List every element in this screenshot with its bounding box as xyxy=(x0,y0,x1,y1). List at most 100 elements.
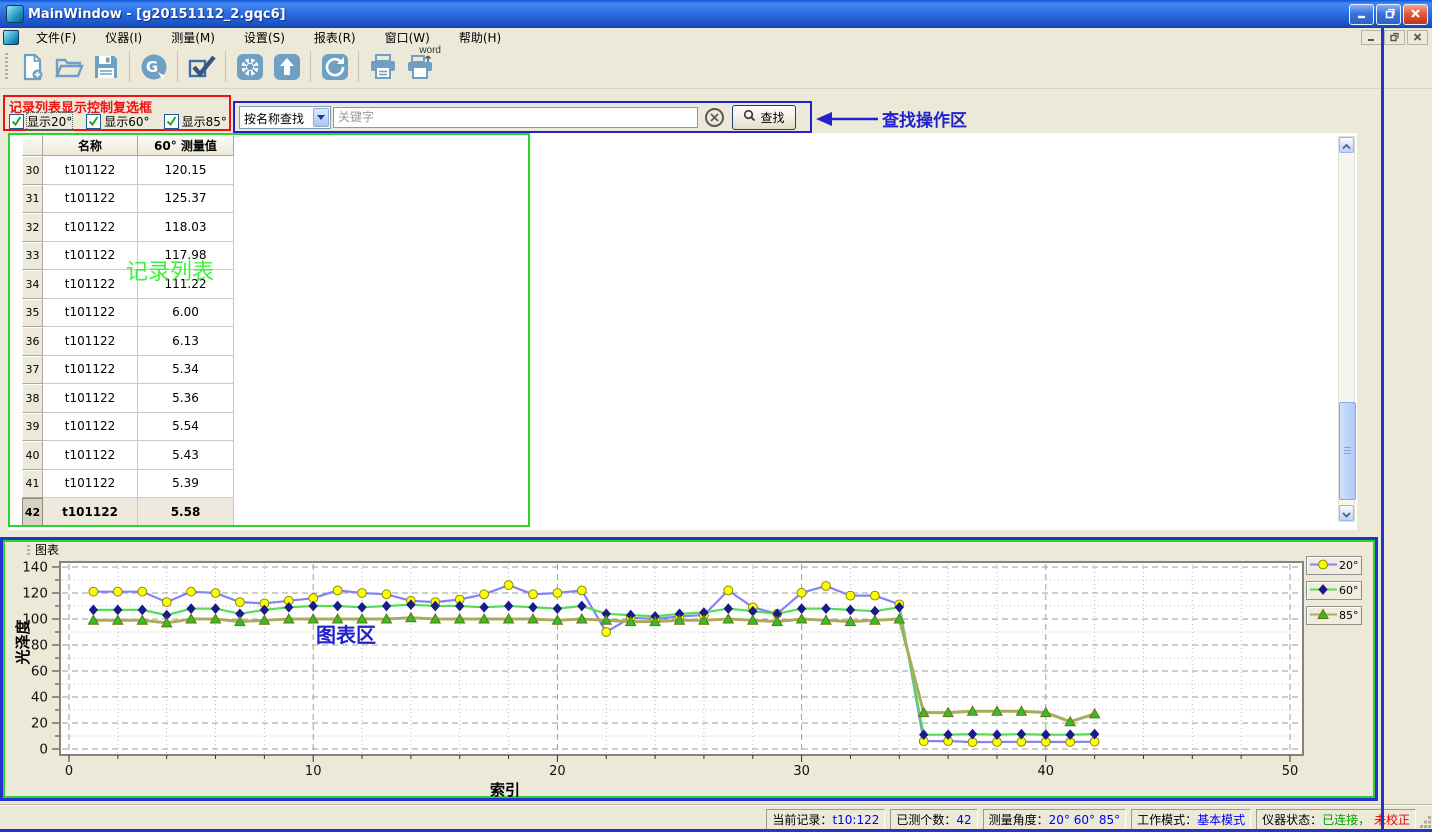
main-window: MainWindow - [g20151112_2.gqc6] 文件(F) 仪器(… xyxy=(0,0,1432,832)
vertical-scrollbar[interactable] xyxy=(1338,136,1355,522)
cell-name: t101122 xyxy=(43,498,138,527)
legend-label: 85° xyxy=(1339,609,1359,622)
table-row[interactable]: 39t1011225.54 xyxy=(22,413,234,442)
search-input[interactable] xyxy=(333,107,698,128)
upload-data-button[interactable] xyxy=(268,48,305,85)
toolbar-separator xyxy=(225,51,226,82)
table-row[interactable]: 38t1011225.36 xyxy=(22,384,234,413)
open-file-button[interactable] xyxy=(50,48,87,85)
menu-instrument[interactable]: 仪器(I) xyxy=(96,30,151,46)
svg-text:50: 50 xyxy=(1282,764,1299,779)
open-folder-icon xyxy=(54,53,84,81)
find-button[interactable]: 查找 xyxy=(732,105,796,130)
table-row[interactable]: 32t101122118.03 xyxy=(22,213,234,242)
menu-measure[interactable]: 测量(M) xyxy=(162,30,224,46)
toolbar-grip-handle[interactable] xyxy=(5,53,8,81)
measure-angles-panel: 测量角度：20° 60° 85° xyxy=(983,809,1126,830)
table-row[interactable]: 42t1011225.58 xyxy=(22,498,234,527)
table-row[interactable]: 36t1011226.13 xyxy=(22,327,234,356)
row-number: 42 xyxy=(22,498,43,527)
minimize-button[interactable] xyxy=(1349,4,1374,25)
table-row[interactable]: 30t101122120.15 xyxy=(22,156,234,185)
mdi-restore-button[interactable] xyxy=(1384,30,1405,45)
show-60-label: 显示60° xyxy=(104,113,149,130)
scroll-down-button[interactable] xyxy=(1339,505,1354,521)
cell-value: 125.37 xyxy=(138,185,234,214)
diamond-marker-icon xyxy=(1309,583,1339,599)
restore-icon xyxy=(1389,30,1400,45)
record-table: 名称60° 测量值30t101122120.1531t101122125.373… xyxy=(22,135,234,527)
show-20-checkbox[interactable] xyxy=(9,114,24,129)
svg-text:0: 0 xyxy=(65,764,73,779)
column-header-name[interactable]: 名称 xyxy=(43,135,138,156)
table-row[interactable]: 41t1011225.39 xyxy=(22,470,234,499)
menu-report[interactable]: 报表(R) xyxy=(305,30,365,46)
cell-name: t101122 xyxy=(43,356,138,385)
circle-marker-icon xyxy=(1309,558,1339,574)
status-label: 已测个数： xyxy=(896,813,956,827)
table-row[interactable]: 40t1011225.43 xyxy=(22,441,234,470)
status-label: 当前记录： xyxy=(772,813,832,827)
status-label: 测量角度： xyxy=(989,813,1049,827)
table-annotation-text: 记录列表 xyxy=(126,254,214,286)
show-60-checkbox[interactable] xyxy=(86,114,101,129)
scrollbar-thumb[interactable] xyxy=(1339,402,1356,500)
menu-file[interactable]: 文件(F) xyxy=(27,30,85,46)
restore-button[interactable] xyxy=(1376,4,1401,25)
chevron-down-icon xyxy=(1342,506,1351,521)
search-annotation-text: 查找操作区 xyxy=(882,106,967,131)
title-bar[interactable]: MainWindow - [g20151112_2.gqc6] xyxy=(0,0,1432,28)
chevron-down-icon[interactable] xyxy=(313,108,329,127)
new-file-icon xyxy=(18,53,46,81)
column-header-value[interactable]: 60° 测量值 xyxy=(138,135,234,156)
close-button[interactable] xyxy=(1403,4,1428,25)
chart-annotation-text: 图表区 xyxy=(316,619,376,648)
table-row[interactable]: 35t1011226.00 xyxy=(22,299,234,328)
sync-data-button[interactable] xyxy=(316,48,353,85)
connect-instrument-button[interactable]: G xyxy=(135,48,172,85)
scroll-up-button[interactable] xyxy=(1339,137,1354,153)
search-mode-value: 按名称查找 xyxy=(244,110,304,127)
chart-panel-title: 图表 xyxy=(35,541,59,558)
status-value: 基本模式 xyxy=(1197,813,1245,827)
close-icon xyxy=(1413,30,1423,45)
clear-search-button[interactable] xyxy=(705,108,724,127)
search-mode-combobox[interactable]: 按名称查找 xyxy=(239,106,331,129)
status-bar: 当前记录：t10:122 已测个数：42 测量角度：20° 60° 85° 工作… xyxy=(0,805,1432,830)
row-number: 31 xyxy=(22,185,43,214)
svg-text:60: 60 xyxy=(31,664,48,680)
cell-name: t101122 xyxy=(43,327,138,356)
show-85-checkbox[interactable] xyxy=(164,114,179,129)
row-number: 40 xyxy=(22,441,43,470)
calibrate-button[interactable] xyxy=(231,48,268,85)
cell-value: 5.34 xyxy=(138,356,234,385)
cell-name: t101122 xyxy=(43,213,138,242)
chevron-up-icon xyxy=(1342,138,1351,153)
cell-value: 5.58 xyxy=(138,498,234,527)
legend-label: 60° xyxy=(1339,584,1359,597)
window-title: MainWindow - [g20151112_2.gqc6] xyxy=(28,7,286,22)
print-button[interactable] xyxy=(364,48,401,85)
mdi-close-button[interactable] xyxy=(1407,30,1428,45)
mdi-window-controls xyxy=(1361,30,1428,45)
table-row[interactable]: 31t101122125.37 xyxy=(22,185,234,214)
cell-value: 5.39 xyxy=(138,470,234,499)
menu-settings[interactable]: 设置(S) xyxy=(235,30,294,46)
save-file-button[interactable] xyxy=(87,48,124,85)
row-number: 35 xyxy=(22,299,43,328)
status-label: 仪器状态： xyxy=(1262,813,1322,827)
show-85-label: 显示85° xyxy=(182,113,227,130)
cell-name: t101122 xyxy=(43,470,138,499)
chart-plot: 01020304050020406080100120140 xyxy=(7,543,1367,795)
new-file-button[interactable] xyxy=(13,48,50,85)
printer-icon xyxy=(368,53,398,81)
measure-button[interactable] xyxy=(183,48,220,85)
mdi-minimize-button[interactable] xyxy=(1361,30,1382,45)
export-word-button[interactable]: word xyxy=(401,48,438,85)
cell-name: t101122 xyxy=(43,441,138,470)
menu-window[interactable]: 窗口(W) xyxy=(376,30,439,46)
menu-help[interactable]: 帮助(H) xyxy=(450,30,510,46)
table-row[interactable]: 37t1011225.34 xyxy=(22,356,234,385)
toolbar: Gword xyxy=(0,46,1432,89)
chart-panel-grip[interactable] xyxy=(27,545,30,557)
